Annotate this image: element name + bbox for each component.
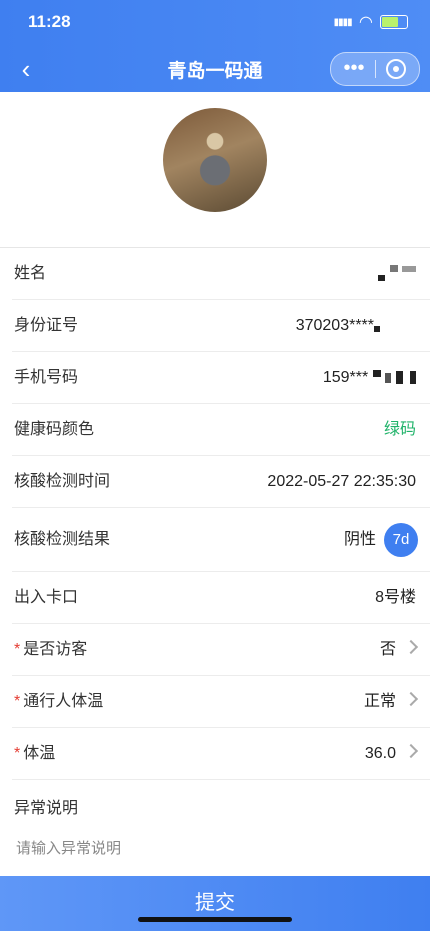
chevron-right-icon <box>403 743 419 759</box>
row-health-code: 健康码颜色 绿码 <box>12 404 430 456</box>
required-mark: * <box>14 745 21 762</box>
test-time-label: 核酸检测时间 <box>14 473 111 490</box>
redaction-mark <box>402 265 416 272</box>
close-mini-program-button[interactable] <box>379 53 413 85</box>
required-mark: * <box>14 641 21 658</box>
chevron-right-icon <box>403 639 419 655</box>
visitor-label: * 是否访客 <box>14 641 88 658</box>
home-indicator <box>138 917 292 922</box>
status-icons: ▮▮▮▮ ◠ <box>334 12 408 32</box>
traveler-temperature-label: * 通行人体温 <box>14 693 104 710</box>
row-temperature[interactable]: * 体温 36.0 <box>12 728 430 780</box>
redaction-mark <box>389 265 398 273</box>
info-list: 姓名 身份证号 370203**** 手机号码 159*** 健康码颜色 绿码 … <box>0 248 430 780</box>
redaction-mark <box>410 371 416 385</box>
phone-value: 159*** <box>323 352 416 403</box>
chevron-right-icon <box>403 691 419 707</box>
row-checkpoint: 出入卡口 8号楼 <box>12 572 430 624</box>
temperature-value[interactable]: 36.0 <box>365 728 419 779</box>
redaction-mark <box>378 274 386 281</box>
row-traveler-temperature[interactable]: * 通行人体温 正常 <box>12 676 430 728</box>
avatar <box>163 108 267 212</box>
row-test-time: 核酸检测时间 2022-05-27 22:35:30 <box>12 456 430 508</box>
validity-badge: 7d <box>384 522 418 557</box>
redaction-mark <box>385 372 392 383</box>
test-result-value: 阴性 7d <box>344 508 418 571</box>
health-code-value: 绿码 <box>383 421 416 438</box>
status-time: 11:28 <box>28 12 71 31</box>
traveler-temperature-value[interactable]: 正常 <box>364 676 419 727</box>
abnormal-input[interactable] <box>14 835 408 861</box>
required-mark: * <box>14 693 21 710</box>
row-phone: 手机号码 159*** <box>12 352 430 404</box>
name-label: 姓名 <box>14 265 47 282</box>
more-button[interactable]: ••• <box>337 53 371 85</box>
phone-label: 手机号码 <box>14 369 79 386</box>
submit-button[interactable]: 提交 <box>0 876 430 931</box>
abnormal-section: 异常说明 <box>0 780 430 876</box>
mini-program-capsule: ••• <box>330 52 420 86</box>
app-header: 11:28 ▮▮▮▮ ◠ ‹ 青岛一码通 ••• <box>0 0 430 92</box>
battery-icon <box>380 15 408 29</box>
id-number-label: 身份证号 <box>14 317 79 334</box>
redaction-mark <box>395 371 403 385</box>
wifi-icon: ◠ <box>359 14 372 31</box>
row-id-number: 身份证号 370203**** <box>12 300 430 352</box>
test-result-label: 核酸检测结果 <box>14 531 111 548</box>
row-test-result: 核酸检测结果 阴性 7d <box>12 508 430 572</box>
name-value <box>378 248 416 299</box>
capsule-divider <box>375 60 376 78</box>
visitor-value[interactable]: 否 <box>380 624 419 675</box>
checkpoint-label: 出入卡口 <box>14 589 79 606</box>
health-code-label: 健康码颜色 <box>14 421 95 438</box>
redaction-mark <box>374 325 380 332</box>
abnormal-label: 异常说明 <box>14 800 79 817</box>
avatar-section <box>0 108 430 212</box>
id-number-value: 370203**** <box>296 300 380 351</box>
checkpoint-value: 8号楼 <box>375 589 416 606</box>
row-visitor[interactable]: * 是否访客 否 <box>12 624 430 676</box>
nav-bar: ‹ 青岛一码通 ••• <box>0 52 430 88</box>
row-name: 姓名 <box>12 248 430 300</box>
signal-icon: ▮▮▮▮ <box>333 16 353 28</box>
target-icon <box>386 59 406 79</box>
redaction-mark <box>372 370 381 378</box>
temperature-label: * 体温 <box>14 745 56 762</box>
test-time-value: 2022-05-27 22:35:30 <box>267 473 416 490</box>
